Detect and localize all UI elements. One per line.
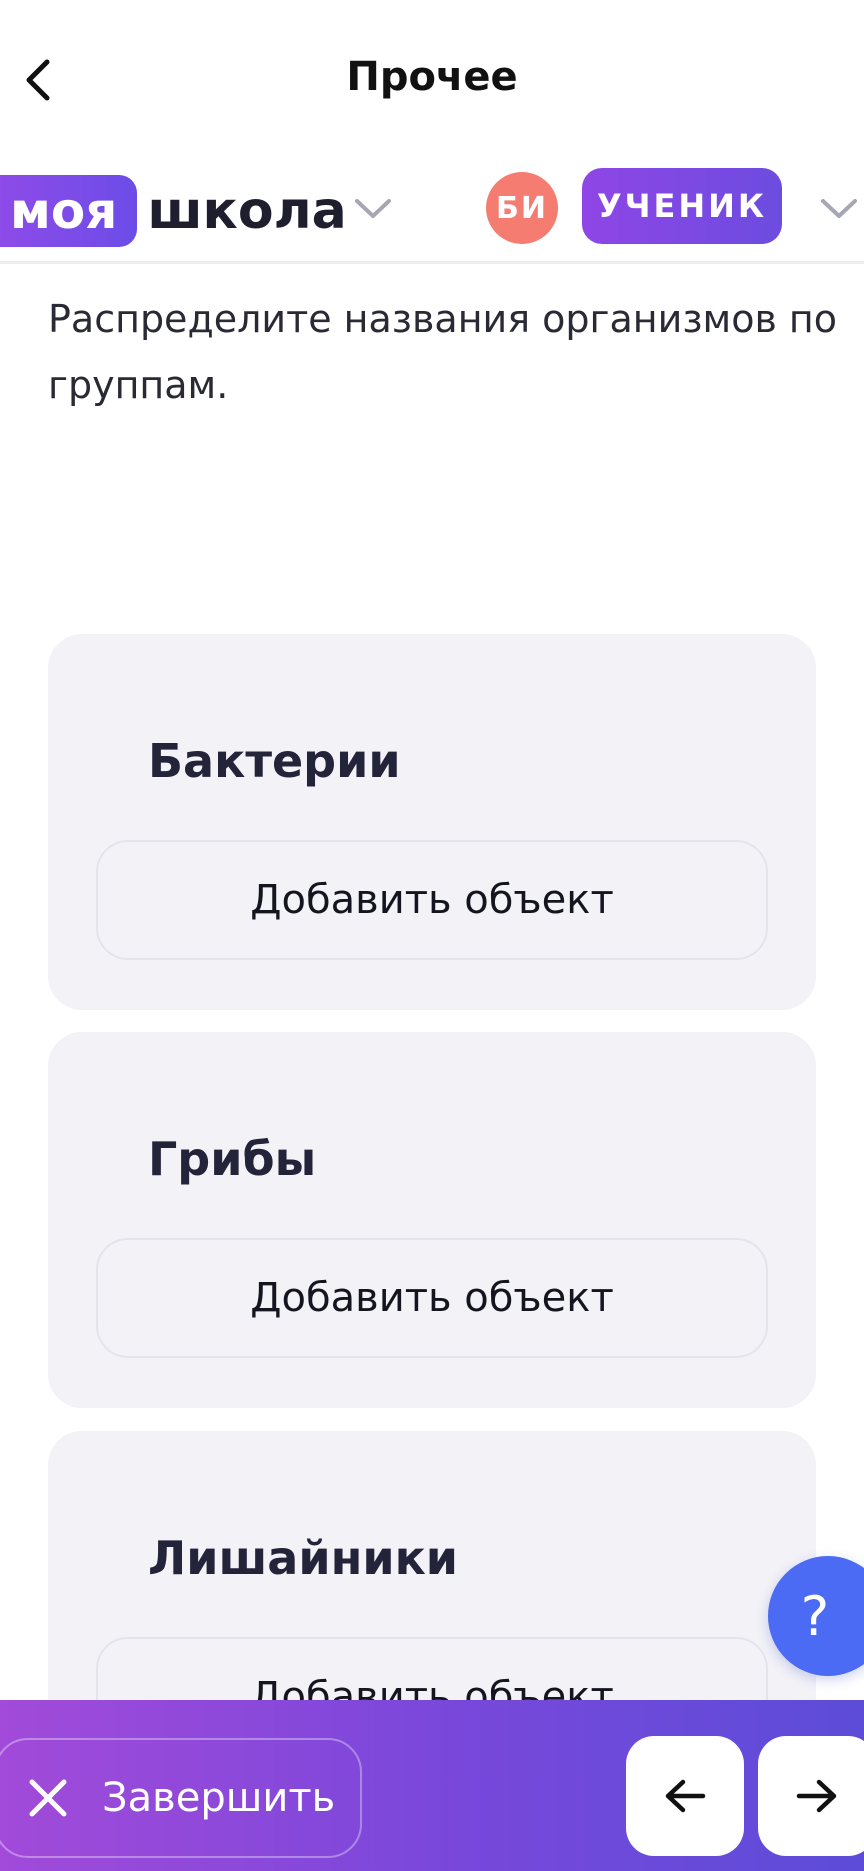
add-object-button[interactable]: Добавить объект [96, 1238, 768, 1358]
finish-label: Завершить [102, 1775, 336, 1821]
group-title: Бактерии [148, 734, 401, 788]
arrow-right-icon [796, 1779, 837, 1813]
chevron-down-icon [821, 199, 857, 218]
group-card-bacteria: Бактерии Добавить объект [48, 634, 816, 1010]
finish-button[interactable]: Завершить [0, 1738, 362, 1858]
group-card-fungi: Грибы Добавить объект [48, 1032, 816, 1408]
close-icon [24, 1774, 72, 1822]
role-menu-toggle[interactable] [816, 186, 862, 232]
task-instruction: Распределите названия организмов по груп… [48, 297, 838, 407]
next-button[interactable] [758, 1736, 864, 1856]
app-root: Прочее моя школа БИ УЧЕНИК Распределите … [0, 0, 864, 1871]
brand-logo-part1: моя [0, 175, 138, 247]
previous-button[interactable] [626, 1736, 744, 1856]
bottom-action-bar: Завершить [0, 1700, 864, 1871]
chevron-down-icon [355, 199, 391, 218]
user-avatar[interactable]: БИ [486, 172, 558, 244]
app-header: моя школа БИ УЧЕНИК [0, 160, 864, 264]
arrow-left-icon [665, 1779, 706, 1813]
brand-menu-toggle[interactable] [350, 186, 396, 232]
brand-logo-part2: школа [147, 181, 347, 241]
group-title: Грибы [148, 1132, 317, 1186]
brand-logo[interactable]: моя школа [0, 170, 347, 252]
add-object-button[interactable]: Добавить объект [96, 840, 768, 960]
group-title: Лишайники [148, 1531, 459, 1585]
help-label: ? [800, 1584, 830, 1648]
page-title: Прочее [346, 54, 518, 100]
role-badge[interactable]: УЧЕНИК [582, 168, 782, 244]
top-nav: Прочее [0, 0, 864, 160]
